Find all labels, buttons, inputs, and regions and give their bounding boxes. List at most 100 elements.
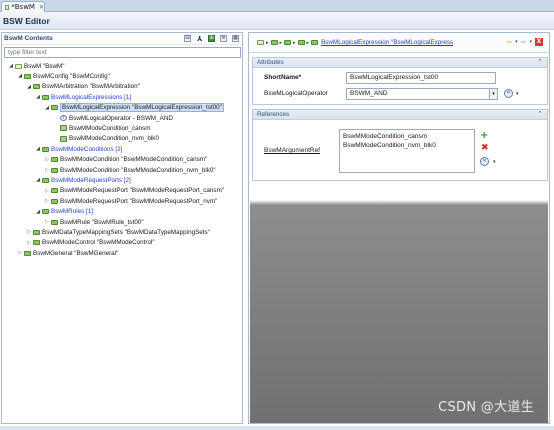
collapse-chevron-icon[interactable]: ⌃ (537, 110, 543, 118)
editor-nav-bar: ▸ ▸ ▸ ▸ BswMLogicalExpression "BswMLogic… (249, 33, 549, 53)
folder-icon (42, 146, 49, 152)
shortname-field[interactable]: BswMLogicalExpression_tst00 (346, 72, 496, 84)
collapse-chevron-icon[interactable]: ⌃ (537, 58, 543, 66)
reference-menu-caret-icon[interactable]: ▾ (493, 159, 496, 165)
collapsed-arrow-icon[interactable]: ▷ (44, 167, 50, 173)
tree-node[interactable]: ◢ BswMModeRequestPorts [2] (35, 175, 131, 185)
logical-operator-value: BSWM_AND (350, 90, 388, 97)
logical-operator-select[interactable]: BSWM_AND ▾ (346, 88, 498, 100)
collapsed-arrow-icon[interactable]: ▷ (44, 157, 50, 163)
tree-node-label: BswMConfig "BswMConfig" (33, 72, 110, 80)
editor-tab-strip: *BswM ✕ (0, 0, 554, 12)
arbitration-folder-icon[interactable] (284, 40, 292, 45)
tree-node[interactable]: ▷ BswMGeneral "BswMGeneral" (17, 248, 118, 258)
back-menu-icon[interactable]: ▾ (515, 39, 518, 45)
layout-icon[interactable]: ▦ (232, 35, 239, 42)
tree-node[interactable]: ▷ BswMModeCondition "BswMModeCondition_ca… (44, 155, 207, 165)
expression-folder-icon[interactable] (311, 40, 319, 45)
tree-node[interactable]: ▷ BswMDataTypeMappingSets "BswMDataTypeMa… (26, 227, 210, 237)
collapsed-arrow-icon[interactable]: ▷ (44, 188, 50, 194)
expand-all-icon[interactable]: ⊞ (208, 35, 215, 42)
argument-ref-label[interactable]: BswMArgumentRef (264, 147, 320, 154)
tree-node-label: BswMModeCondition "BswMModeCondition_nvm… (60, 166, 216, 174)
config-folder-icon[interactable] (270, 40, 278, 45)
folder-icon (24, 250, 31, 256)
tree-node-label: BswMModeCondition_nvm_blk0 (69, 135, 159, 143)
collapsed-arrow-icon[interactable]: ▷ (17, 250, 23, 256)
close-tab-icon[interactable]: ✕ (39, 4, 44, 11)
watermark: CSDN @大道生 (438, 400, 534, 415)
tree-node[interactable]: T BswMLogicalOperator - BSWM_AND (53, 113, 173, 123)
expanded-arrow-icon[interactable]: ◢ (35, 94, 41, 100)
tree-node[interactable]: ◢ BswMRules [1] (35, 207, 93, 217)
tree-node[interactable]: ▷ BswMRule "BswMRule_tst00" (44, 217, 144, 227)
tree-node[interactable]: BswMModeCondition_cansm (53, 123, 151, 133)
expanded-arrow-icon[interactable]: ◢ (35, 209, 41, 215)
contents-panel-title: BswM Contents (4, 35, 53, 42)
tree-node-label: BswMLogicalOperator - BSWM_AND (69, 114, 173, 122)
shortname-label: ShortName* (264, 74, 302, 81)
add-reference-icon[interactable]: + (480, 131, 488, 141)
argument-ref-list[interactable]: BswMModeCondition_cansm BswMModeConditio… (339, 129, 475, 173)
expanded-arrow-icon[interactable]: ◢ (44, 105, 50, 111)
expressions-folder-icon[interactable] (297, 40, 305, 45)
forward-menu-icon[interactable]: ▾ (529, 39, 532, 45)
collapsed-arrow-icon[interactable]: ▷ (26, 229, 32, 235)
expanded-arrow-icon[interactable]: ◢ (35, 177, 41, 183)
breadcrumb-current-link[interactable]: BswMLogicalExpression "BswMLogicalExpres… (321, 39, 453, 46)
editor-title: BSW Editor (3, 16, 50, 26)
folder-icon (51, 219, 58, 225)
back-arrow-icon[interactable]: ⇦ (506, 38, 512, 46)
tree-node[interactable]: ▷ BswMModeControl "BswMModeControl" (26, 238, 155, 248)
delete-reference-icon[interactable]: ✖ (481, 144, 489, 153)
collapsed-arrow-icon[interactable]: ▷ (26, 240, 32, 246)
expanded-arrow-icon[interactable]: ◢ (26, 84, 32, 90)
reset-value-icon[interactable]: ✕ (504, 89, 513, 98)
tree-node-label: BswMLogicalExpression "BswMLogicalExpres… (60, 103, 224, 113)
tree-node[interactable]: ◢ BswMModeConditions [2] (35, 144, 122, 154)
dropdown-arrow-icon[interactable]: ▾ (489, 89, 497, 99)
reset-menu-caret-icon[interactable]: ▾ (516, 91, 519, 97)
tree-node-label: BswM "BswM" (24, 62, 65, 70)
view-menu-icon[interactable]: ≡ (220, 35, 227, 42)
argument-ref-item[interactable]: BswMModeCondition_cansm (343, 132, 471, 141)
tree-node[interactable]: ◢ BswMConfig "BswMConfig" (17, 71, 110, 81)
tree-node[interactable]: ◢ BswM "BswM" (8, 61, 65, 71)
tree-node[interactable]: ▷ BswMModeCondition "BswMModeCondition_nv… (44, 165, 216, 175)
attributes-section: Attributes ⌃ ShortName* BswMLogicalExpre… (252, 57, 548, 105)
references-section-header[interactable]: References ⌃ (253, 110, 547, 120)
tree-node[interactable]: ◢ BswMArbitration "BswMArbitration" (26, 82, 140, 92)
close-editor-icon[interactable]: X (535, 38, 543, 46)
filter-tree-icon[interactable]: ⅄ (196, 35, 203, 43)
collapse-all-icon[interactable]: ⊟ (184, 35, 191, 42)
tree-node-label: BswMDataTypeMappingSets "BswMDataTypeMap… (42, 228, 210, 236)
collapsed-arrow-icon[interactable]: ▷ (44, 219, 50, 225)
expanded-arrow-icon[interactable]: ◢ (35, 146, 41, 152)
tree-filter-input[interactable] (4, 47, 241, 58)
attributes-section-header[interactable]: Attributes ⌃ (253, 58, 547, 68)
editor-tab-bswm[interactable]: *BswM ✕ (1, 1, 45, 12)
root-folder-icon[interactable] (257, 40, 264, 45)
tree-node[interactable]: ◢ BswMLogicalExpressions [1] (35, 92, 131, 102)
tree-node[interactable]: ▷ BswMModeRequestPort "BswMModeRequestPor… (44, 186, 224, 196)
tree-node[interactable]: BswMModeCondition_nvm_blk0 (53, 134, 159, 144)
element-editor: ▸ ▸ ▸ ▸ BswMLogicalExpression "BswMLogic… (248, 32, 550, 424)
tree-node-label: BswMModeRequestPort "BswMModeRequestPort… (60, 197, 218, 205)
tree-node-label: BswMGeneral "BswMGeneral" (33, 249, 119, 257)
tree-node-label: BswMLogicalExpressions [1] (51, 93, 132, 101)
expanded-arrow-icon[interactable]: ◢ (17, 73, 23, 79)
forward-arrow-icon[interactable]: ⇨ (521, 38, 527, 46)
expanded-arrow-icon[interactable]: ◢ (8, 63, 14, 69)
tree-node-label: BswMModeRequestPorts [2] (51, 176, 131, 184)
folder-icon (33, 84, 40, 90)
argument-ref-item[interactable]: BswMModeCondition_nvm_blk0 (343, 141, 471, 150)
reference-options-icon[interactable]: ✕ (480, 157, 489, 166)
references-section: References ⌃ BswMArgumentRef BswMModeCon… (252, 109, 548, 181)
tree-node-label: BswMRule "BswMRule_tst00" (60, 218, 144, 226)
folder-icon (24, 73, 31, 79)
collapsed-arrow-icon[interactable]: ▷ (44, 198, 50, 204)
breadcrumb-separator-icon: ▸ (266, 39, 269, 46)
tree-node[interactable]: ▷ BswMModeRequestPort "BswMModeRequestPor… (44, 196, 217, 206)
tree-node-label: BswMModeCondition "BswMModeCondition_can… (60, 156, 208, 164)
tree-node[interactable]: ◢ BswMLogicalExpression "BswMLogicalExpre… (44, 103, 224, 113)
